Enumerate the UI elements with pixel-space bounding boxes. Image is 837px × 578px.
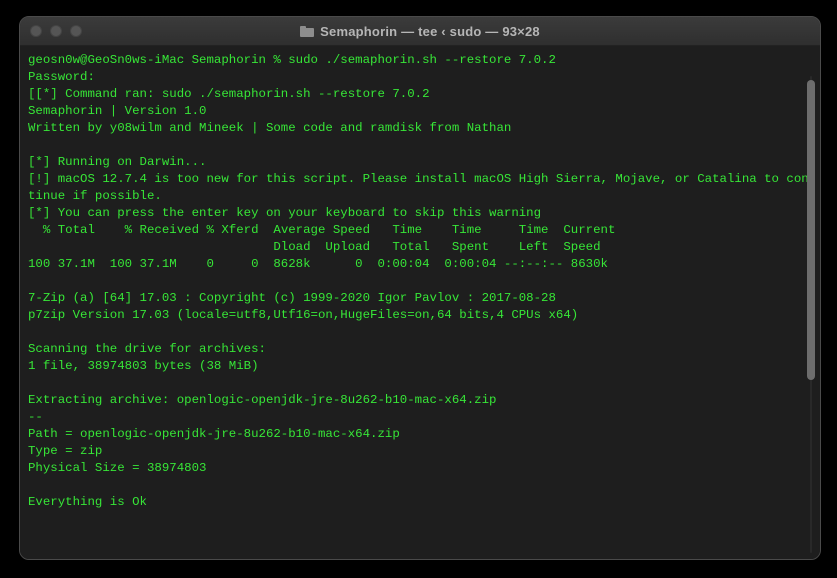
terminal-output: geosn0w@GeoSn0ws-iMac Semaphorin % sudo … [28, 52, 812, 511]
traffic-lights [30, 25, 82, 37]
scrollbar[interactable] [804, 76, 818, 553]
window-title: Semaphorin — tee ‹ sudo — 93×28 [320, 24, 540, 39]
terminal-window: Semaphorin — tee ‹ sudo — 93×28 geosn0w@… [19, 16, 821, 560]
zoom-icon[interactable] [70, 25, 82, 37]
window-title-group: Semaphorin — tee ‹ sudo — 93×28 [20, 24, 820, 39]
folder-icon [300, 26, 314, 37]
scrollbar-thumb[interactable] [807, 80, 815, 380]
close-icon[interactable] [30, 25, 42, 37]
minimize-icon[interactable] [50, 25, 62, 37]
terminal-body[interactable]: geosn0w@GeoSn0ws-iMac Semaphorin % sudo … [20, 46, 820, 559]
titlebar[interactable]: Semaphorin — tee ‹ sudo — 93×28 [20, 17, 820, 46]
